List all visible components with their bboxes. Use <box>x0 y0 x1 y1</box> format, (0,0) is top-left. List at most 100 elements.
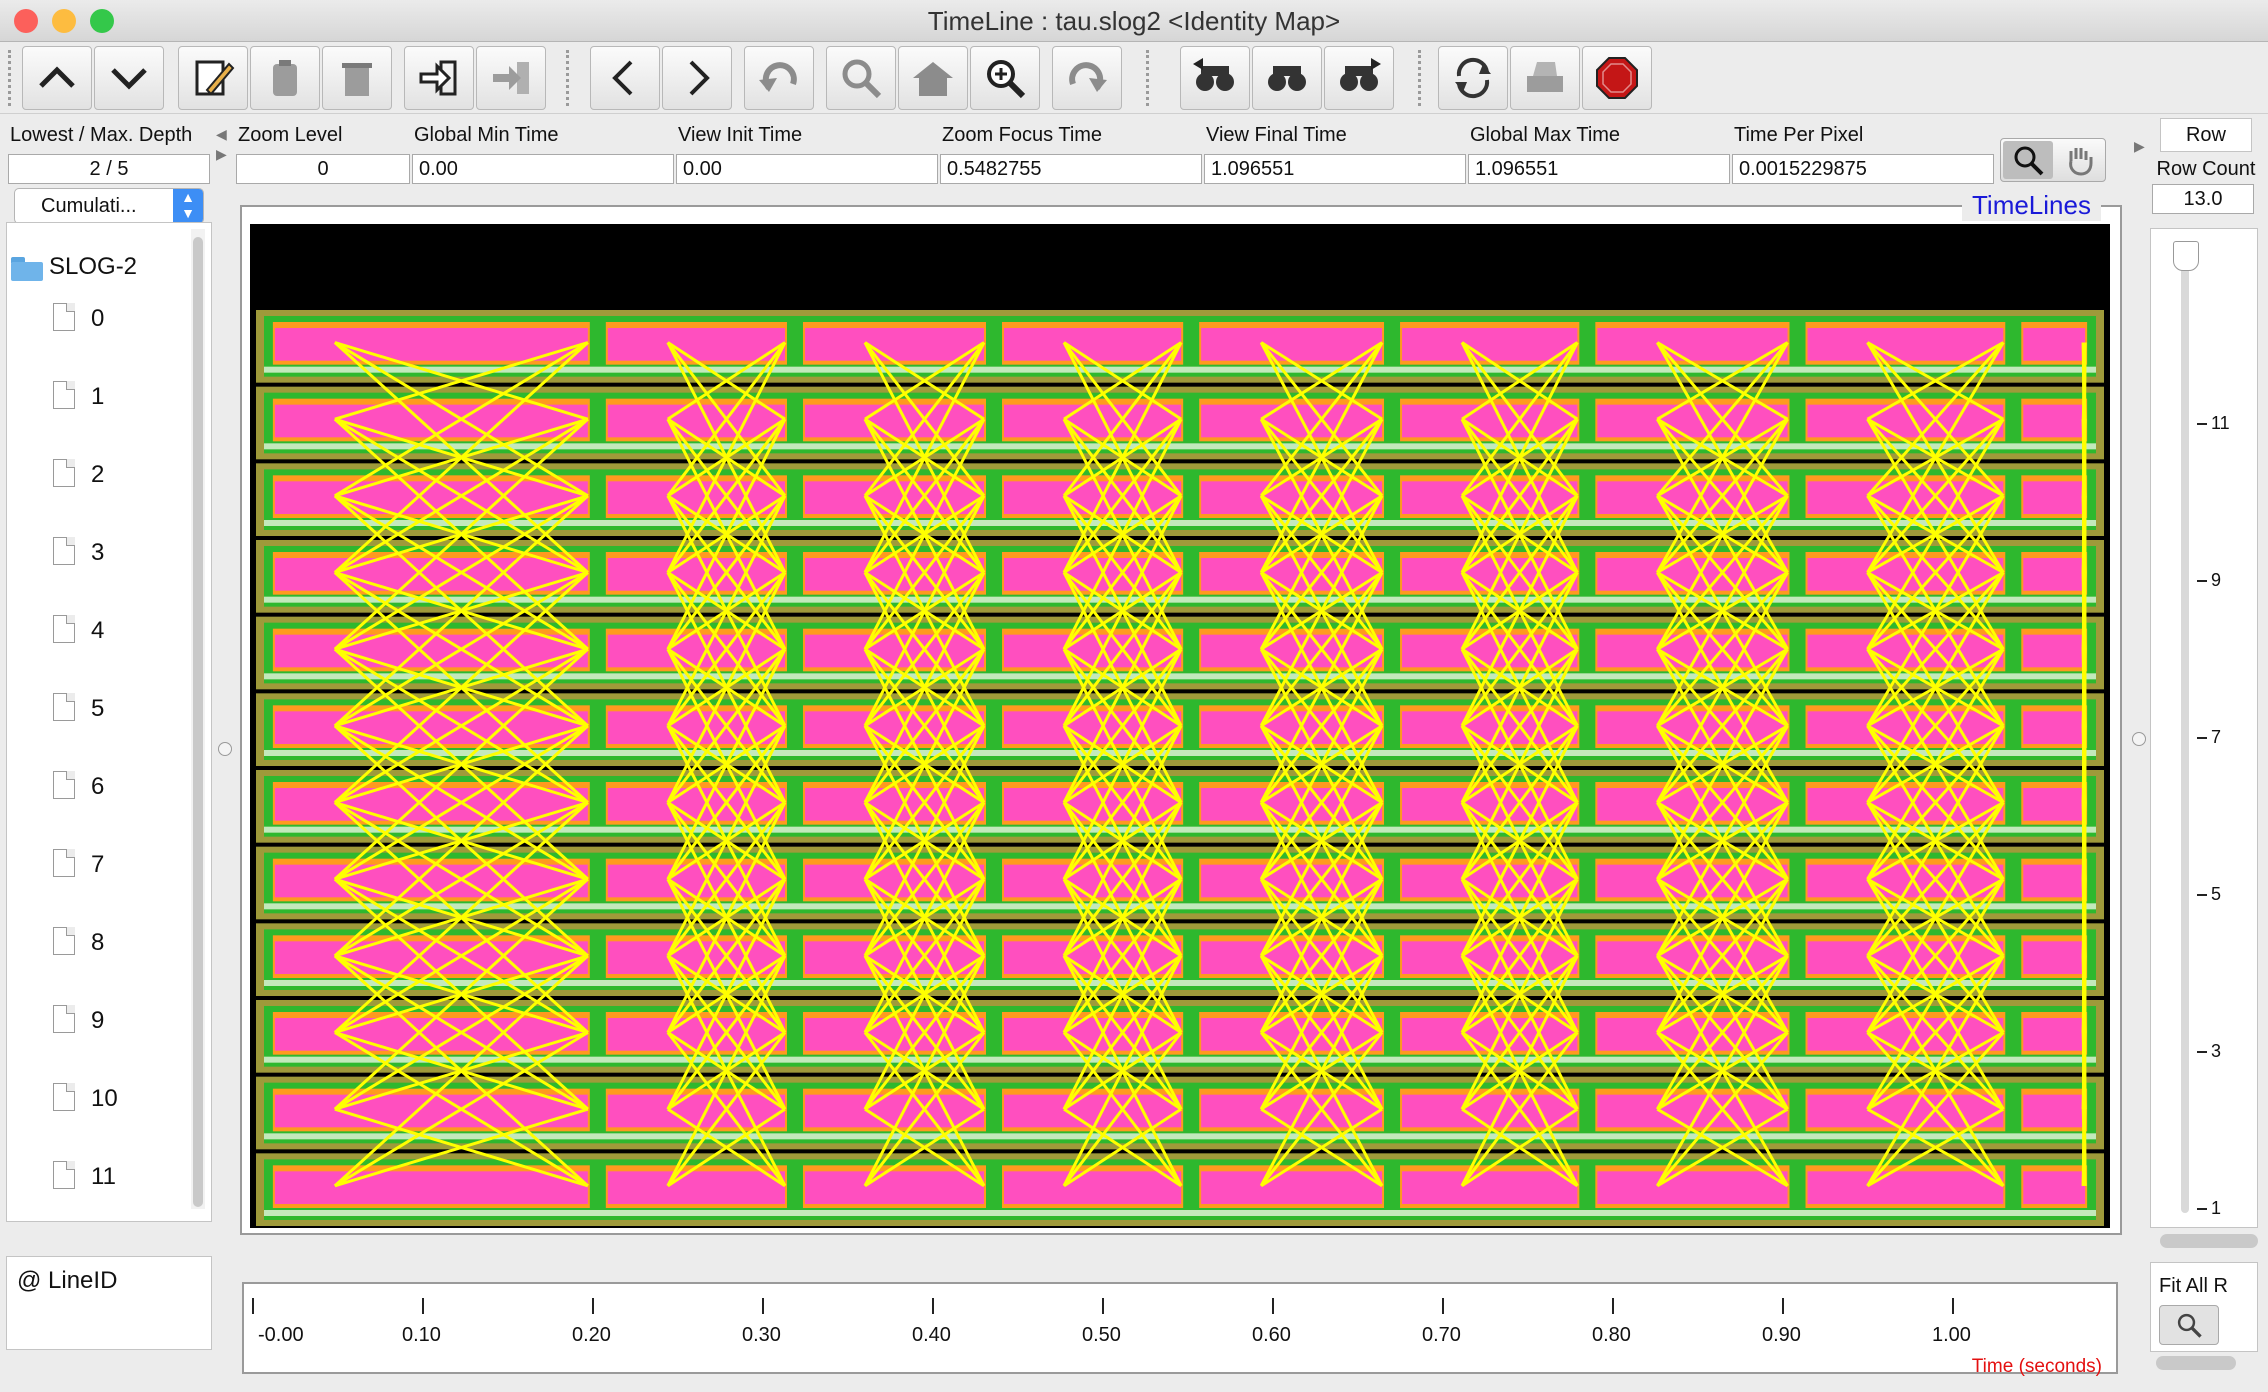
down-button[interactable] <box>94 46 164 110</box>
tree-item-5[interactable]: 5 <box>91 695 104 723</box>
stop-button[interactable] <box>1582 46 1652 110</box>
tree-item-11[interactable]: 11 <box>91 1163 116 1191</box>
forward-button[interactable] <box>662 46 732 110</box>
redo-button[interactable] <box>1052 46 1122 110</box>
tree-item-10[interactable]: 10 <box>91 1085 118 1113</box>
fit-all-panel: Fit All R <box>2150 1262 2258 1352</box>
state-bar-pink <box>1597 1171 1788 1204</box>
zoom-in-button[interactable] <box>970 46 1040 110</box>
search-forward-button[interactable] <box>1324 46 1394 110</box>
tree-item-4[interactable]: 4 <box>91 617 104 645</box>
state-bar-pink <box>804 328 984 361</box>
fit-all-button[interactable] <box>2159 1305 2219 1345</box>
axis-tick-mark <box>1782 1298 1784 1314</box>
state-bar-pink <box>1807 1171 2004 1204</box>
zoom-level-label: Zoom Level <box>238 124 343 146</box>
mouse-mode-group <box>2000 138 2106 182</box>
state-bar-pink <box>1004 1094 1182 1128</box>
search-button[interactable] <box>1252 46 1322 110</box>
state-bar-pink <box>1201 481 1383 514</box>
zoom-focus-time-label: Zoom Focus Time <box>942 124 1103 146</box>
tree-scrollbar-thumb[interactable] <box>193 237 203 1207</box>
fit-all-label: Fit All R <box>2159 1275 2228 1297</box>
magnifier-icon <box>2177 1313 2202 1338</box>
enter-button[interactable] <box>404 46 474 110</box>
expand-arrow-icon[interactable]: ▶ <box>216 146 227 163</box>
state-bar-pink <box>1402 788 1578 821</box>
global-min-time-field[interactable]: 0.00 <box>412 154 674 184</box>
window-title: TimeLine : tau.slog2 <Identity Map> <box>927 6 1341 36</box>
timeline-drawing <box>256 310 2104 1226</box>
tree-item-0[interactable]: 0 <box>91 305 104 333</box>
up-button[interactable] <box>22 46 92 110</box>
file-icon <box>53 303 75 331</box>
tree-scrollbar[interactable] <box>191 229 205 1209</box>
edit-button[interactable] <box>178 46 248 110</box>
right-splitter-handle[interactable] <box>2132 732 2146 746</box>
toolbar-separator <box>566 50 570 106</box>
search-forward-icon <box>1340 58 1381 91</box>
tree-item-1[interactable]: 1 <box>91 383 104 411</box>
zoom-out-button[interactable] <box>826 46 896 110</box>
view-init-time-field[interactable]: 0.00 <box>676 154 938 184</box>
tree-item-2[interactable]: 2 <box>91 461 104 489</box>
state-bar-pink <box>274 1171 588 1204</box>
zoom-focus-time-field[interactable]: 0.5482755 <box>940 154 1202 184</box>
right-collapse-arrow-icon[interactable]: ▶ <box>2134 138 2145 155</box>
refresh-button[interactable] <box>1438 46 1508 110</box>
ruler-label: 11 <box>2211 413 2230 433</box>
legend-dropdown-value: Cumulati... <box>41 195 137 217</box>
fit-panel-scrollbar[interactable] <box>2156 1356 2236 1370</box>
exit-button[interactable] <box>476 46 546 110</box>
timeline-canvas[interactable] <box>250 224 2110 1228</box>
view-final-time-label: View Final Time <box>1206 124 1347 146</box>
ruler-label: 1 <box>2211 1198 2222 1218</box>
state-bar-pink <box>1201 404 1383 438</box>
tree-item-7[interactable]: 7 <box>91 851 104 879</box>
row-tab[interactable]: Row <box>2160 118 2252 152</box>
pan-mode-button[interactable] <box>2055 141 2105 179</box>
splitter-handle[interactable] <box>218 742 232 756</box>
search-backward-button[interactable] <box>1180 46 1250 110</box>
file-icon <box>53 459 75 487</box>
state-bar-light <box>264 1210 2096 1216</box>
tree-item-6[interactable]: 6 <box>91 773 104 801</box>
tree-root-slog2[interactable]: SLOG-2 <box>49 253 137 281</box>
delete-button[interactable] <box>322 46 392 110</box>
view-final-time-field[interactable]: 1.096551 <box>1204 154 1466 184</box>
time-per-pixel-field[interactable]: 0.0015229875 <box>1732 154 1994 184</box>
paste-button[interactable] <box>250 46 320 110</box>
redo-icon <box>1069 62 1107 92</box>
undo-icon <box>759 62 797 92</box>
print-button[interactable] <box>1510 46 1580 110</box>
ruler-label: 9 <box>2211 570 2222 590</box>
row-slider-thumb[interactable] <box>2173 241 2199 271</box>
zoom-level-field[interactable]: 0 <box>236 154 410 184</box>
axis-tick-mark <box>1442 1298 1444 1314</box>
state-bar-pink <box>1402 558 1578 591</box>
row-slider-track[interactable] <box>2181 243 2189 1213</box>
magnifier-icon <box>2014 146 2044 176</box>
tree-item-9[interactable]: 9 <box>91 1007 104 1035</box>
undo-button[interactable] <box>744 46 814 110</box>
state-bar-pink <box>804 1018 984 1051</box>
zoom-mode-button[interactable] <box>2003 141 2053 179</box>
home-button[interactable] <box>898 46 968 110</box>
row-panel-scrollbar[interactable] <box>2160 1234 2258 1248</box>
tree-item-3[interactable]: 3 <box>91 539 104 567</box>
paste-icon <box>273 60 297 96</box>
tree-item-8[interactable]: 8 <box>91 929 104 957</box>
state-bar-pink <box>1004 328 1182 361</box>
state-bar-pink <box>2023 404 2086 438</box>
row-count-field[interactable]: 13.0 <box>2152 184 2254 214</box>
collapse-arrow-icon[interactable]: ◀ <box>216 126 227 143</box>
back-button[interactable] <box>590 46 660 110</box>
global-max-time-field[interactable]: 1.096551 <box>1468 154 1730 184</box>
state-bar-pink <box>804 558 984 591</box>
axis-tick-mark <box>422 1298 424 1314</box>
depth-field[interactable]: 2 / 5 <box>8 154 210 184</box>
state-bar-pink <box>1402 404 1578 438</box>
legend-dropdown[interactable]: Cumulati... ▲ ▼ <box>14 188 204 224</box>
toolbar-grip[interactable] <box>8 50 12 106</box>
axis-tick-mark <box>1952 1298 1954 1314</box>
